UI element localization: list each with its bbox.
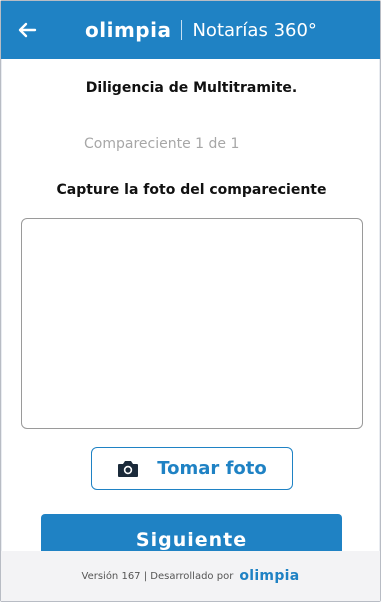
brand: OLIMPIA Notarías 360° bbox=[85, 15, 317, 45]
photo-preview-area bbox=[21, 218, 363, 429]
brand-wordmark: OLIMPIA bbox=[85, 18, 172, 42]
page-title: Diligencia de Multitramite. bbox=[85, 80, 298, 96]
arrow-left-icon bbox=[18, 22, 37, 38]
compareciente-counter: Compareciente 1 de 1 bbox=[84, 136, 240, 152]
back-button[interactable] bbox=[15, 18, 39, 42]
brand-separator bbox=[181, 20, 183, 40]
camera-icon bbox=[118, 460, 139, 477]
olimpia-logo: OLIMPIA bbox=[239, 568, 300, 584]
photo-instruction: Capture la foto del compareciente bbox=[56, 182, 327, 198]
take-photo-label: Tomar foto bbox=[157, 458, 267, 479]
top-app-bar: OLIMPIA Notarías 360° bbox=[1, 1, 380, 59]
footer: Versión 167 | Desarrollado por OLIMPIA bbox=[1, 551, 380, 601]
brand-subtitle: Notarías 360° bbox=[192, 19, 317, 41]
take-photo-button[interactable]: Tomar foto bbox=[91, 447, 293, 490]
version-text: Versión 167 | Desarrollado por bbox=[81, 570, 234, 582]
